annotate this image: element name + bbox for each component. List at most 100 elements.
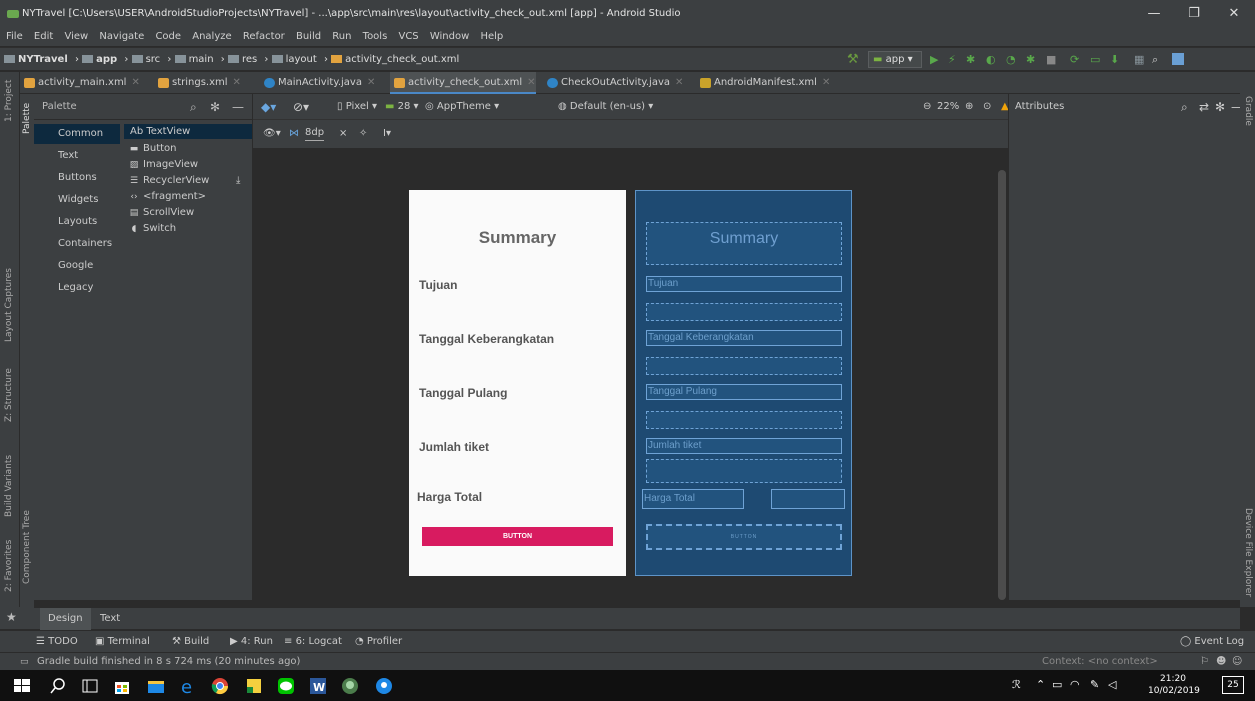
blueprint-label-tujuan[interactable]: Tujuan	[646, 276, 842, 292]
profiler-tool[interactable]: ◔ Profiler	[355, 631, 402, 653]
palette-category-legacy[interactable]: Legacy	[34, 278, 120, 298]
build-variants-tool-tab[interactable]: Build Variants	[4, 455, 14, 517]
blueprint-field-jumlah-tiket[interactable]	[646, 459, 842, 483]
minimize-button[interactable]: —	[1134, 0, 1174, 28]
gradle-tool-tab[interactable]: Gradle	[1243, 96, 1253, 126]
todo-tool[interactable]: ☰ TODO	[36, 631, 78, 653]
guidelines-icon[interactable]: I▾	[383, 120, 391, 148]
default-margin-select[interactable]: 8dp	[305, 126, 325, 141]
preview-title[interactable]: Summary	[409, 228, 626, 248]
tab-design[interactable]: Design	[40, 608, 91, 630]
infer-constraints-icon[interactable]: ✧	[359, 120, 367, 148]
context-indicator[interactable]: Context: <no context>	[1042, 653, 1158, 671]
breadcrumb-project[interactable]: NYTravel	[4, 48, 68, 71]
palette-category-common[interactable]: Common	[34, 124, 120, 144]
close-button[interactable]: ✕	[1214, 0, 1254, 28]
palette-category-widgets[interactable]: Widgets	[34, 190, 120, 210]
line-messenger-icon[interactable]	[276, 676, 296, 696]
menu-tools[interactable]: Tools	[363, 31, 388, 42]
palette-tool-tab[interactable]: Palette	[22, 103, 32, 134]
sticky-notes-icon[interactable]	[244, 676, 264, 696]
blueprint-field-tujuan[interactable]	[646, 303, 842, 321]
palette-item-textview[interactable]: Ab TextView	[124, 124, 252, 139]
android-icon[interactable]	[1172, 53, 1184, 65]
tab-android-manifest[interactable]: AndroidManifest.xml ✕	[696, 72, 830, 94]
stop-icon[interactable]: ■	[1046, 48, 1056, 71]
menu-help[interactable]: Help	[480, 31, 503, 42]
locale-select[interactable]: ◍ Default (en-us) ▾	[558, 94, 653, 120]
preview-label-harga-total[interactable]: Harga Total	[417, 490, 482, 504]
search-icon[interactable]	[48, 676, 68, 696]
palette-item-scrollview[interactable]: ▤ ScrollView	[124, 205, 252, 220]
breadcrumb-main[interactable]: › main	[167, 48, 213, 71]
breadcrumb-res[interactable]: › res	[221, 48, 257, 71]
preview-label-tanggal-keberangkatan[interactable]: Tanggal Keberangkatan	[419, 332, 554, 346]
blueprint-field-tanggal-pulang[interactable]	[646, 411, 842, 429]
tab-check-out-activity[interactable]: CheckOutActivity.java ✕	[543, 72, 683, 94]
palette-category-text[interactable]: Text	[34, 146, 120, 166]
android-studio-taskbar-icon[interactable]	[340, 676, 360, 696]
clock[interactable]: 21:20 10/02/2019	[1148, 673, 1200, 697]
tab-activity-check-out[interactable]: activity_check_out.xml ✕	[390, 72, 536, 94]
menu-navigate[interactable]: Navigate	[99, 31, 144, 42]
terminal-tool[interactable]: ▣ Terminal	[95, 631, 150, 653]
windows-start-icon[interactable]	[12, 676, 32, 696]
project-structure-icon[interactable]: ▦	[1134, 48, 1144, 71]
maps-icon[interactable]	[374, 676, 394, 696]
close-tab-icon[interactable]: ✕	[822, 77, 830, 88]
blueprint-field-tanggal-keberangkatan[interactable]	[646, 357, 842, 375]
task-view-icon[interactable]	[80, 676, 100, 696]
sync-gradle-icon[interactable]: ⟳	[1070, 48, 1079, 71]
palette-item-switch[interactable]: ◖ Switch	[124, 221, 252, 236]
view-options-icon[interactable]: 👁▾	[263, 120, 281, 148]
preview-label-jumlah-tiket[interactable]: Jumlah tiket	[419, 440, 489, 454]
search-icon[interactable]: ⌕	[190, 94, 197, 120]
apply-changes-icon[interactable]: ⚡	[948, 48, 956, 71]
project-tool-tab[interactable]: 1: Project	[4, 80, 14, 122]
wifi-icon[interactable]: ◠	[1070, 678, 1080, 691]
sdk-manager-icon[interactable]: ⬇	[1110, 48, 1119, 71]
blueprint-value-harga-total[interactable]	[771, 489, 845, 509]
star-icon[interactable]: ★	[6, 610, 17, 624]
structure-tool-tab[interactable]: Z: Structure	[4, 368, 14, 422]
gear-icon[interactable]: ✻	[210, 94, 220, 120]
preview-label-tujuan[interactable]: Tujuan	[419, 278, 457, 292]
menu-vcs[interactable]: VCS	[398, 31, 418, 42]
people-icon[interactable]: ℛ	[1012, 678, 1021, 691]
event-log-tool[interactable]: ◯ Event Log	[1180, 631, 1244, 653]
build-tool[interactable]: ⚒ Build	[172, 631, 209, 653]
show-hidden-icons[interactable]: ⌃	[1036, 678, 1045, 691]
pen-icon[interactable]: ✎	[1090, 678, 1099, 691]
attach-debugger-icon[interactable]: ✱	[1026, 48, 1035, 71]
theme-select[interactable]: ◎ AppTheme ▾	[425, 94, 499, 120]
blueprint-label-tanggal-pulang[interactable]: Tanggal Pulang	[646, 384, 842, 400]
palette-item-recyclerview[interactable]: ☰ RecyclerView ⤓	[124, 173, 252, 188]
hide-icon[interactable]: —	[232, 94, 244, 120]
menu-view[interactable]: View	[64, 31, 88, 42]
design-canvas[interactable]	[253, 148, 1008, 600]
breadcrumb-layout[interactable]: › layout	[264, 48, 316, 71]
menu-window[interactable]: Window	[430, 31, 469, 42]
blueprint-view[interactable]: Summary Tujuan Tanggal Keberangkatan Tan…	[635, 190, 852, 576]
palette-category-google[interactable]: Google	[34, 256, 120, 276]
swap-view-icon[interactable]: ⇄	[1199, 94, 1209, 120]
lock-icon[interactable]: ⚐	[1200, 653, 1209, 671]
coverage-icon[interactable]: ◐	[986, 48, 996, 71]
menu-code[interactable]: Code	[155, 31, 181, 42]
debug-icon[interactable]: ✱	[966, 48, 975, 71]
breadcrumb-file[interactable]: › activity_check_out.xml	[324, 48, 459, 71]
profile-icon[interactable]: ◔	[1006, 48, 1016, 71]
edge-browser-icon[interactable]: e	[178, 676, 198, 696]
breadcrumb-app[interactable]: › app	[75, 48, 117, 71]
menu-edit[interactable]: Edit	[34, 31, 53, 42]
search-icon[interactable]: ⌕	[1152, 48, 1158, 71]
palette-item-imageview[interactable]: ▨ ImageView	[124, 157, 252, 172]
preview-label-tanggal-pulang[interactable]: Tanggal Pulang	[419, 386, 507, 400]
zoom-in-icon[interactable]: ⊕	[965, 94, 973, 120]
close-tab-icon[interactable]: ✕	[233, 77, 241, 88]
design-preview[interactable]: Summary Tujuan Tanggal Keberangkatan Tan…	[409, 190, 626, 576]
menu-build[interactable]: Build	[296, 31, 321, 42]
device-select[interactable]: ▯ Pixel ▾	[337, 94, 377, 120]
blueprint-label-tanggal-keberangkatan[interactable]: Tanggal Keberangkatan	[646, 330, 842, 346]
zoom-fit-icon[interactable]: ⊙	[983, 94, 991, 120]
